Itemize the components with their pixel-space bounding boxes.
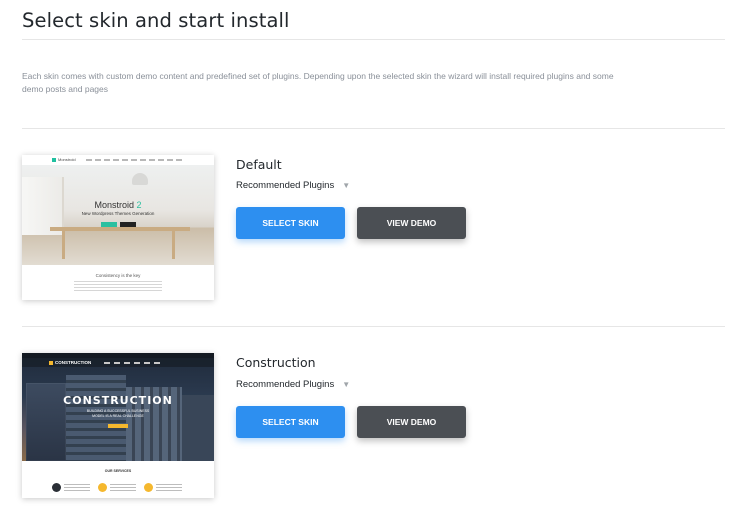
- thumb-section-title: Consistency is the key: [95, 273, 141, 278]
- thumb-button: [101, 222, 117, 227]
- thumb-button: [108, 424, 128, 428]
- caret-down-icon: ▼: [342, 181, 351, 190]
- caret-down-icon: ▼: [342, 380, 351, 389]
- skin-name-construction: Construction: [236, 355, 316, 370]
- thumb-lamp: [132, 173, 148, 185]
- skin-thumbnail-default[interactable]: Monstroid Monstroid 2 New Wordpress Them…: [22, 155, 214, 300]
- service-text: [64, 484, 90, 491]
- service-icon: [98, 483, 107, 492]
- select-skin-button[interactable]: SELECT SKIN: [236, 207, 345, 239]
- skin-name-default: Default: [236, 157, 282, 172]
- thumb-headline: Monstroid 2: [22, 200, 214, 210]
- view-demo-button[interactable]: VIEW DEMO: [357, 207, 466, 239]
- recommended-plugins-toggle[interactable]: Recommended Plugins ▼: [236, 180, 350, 191]
- page-description: Each skin comes with custom demo content…: [22, 71, 614, 94]
- service-text: [156, 484, 182, 491]
- thumb-button: [120, 222, 136, 227]
- title-divider: [22, 39, 725, 40]
- thumb-logo-text: CONSTRUCTION: [55, 360, 92, 365]
- thumb-logo: Monstroid: [52, 157, 76, 162]
- section-divider: [22, 326, 725, 327]
- service-icon: [52, 483, 61, 492]
- thumb-menu: [86, 158, 182, 161]
- recommended-plugins-label: Recommended Plugins: [236, 180, 335, 191]
- thumb-desk-leg: [62, 231, 65, 259]
- service-icon: [144, 483, 153, 492]
- thumb-subheadline: BUILDING A SUCCESSFUL BUSINESS MODEL IS …: [86, 409, 150, 418]
- recommended-plugins-toggle[interactable]: Recommended Plugins ▼: [236, 379, 350, 390]
- view-demo-button[interactable]: VIEW DEMO: [357, 406, 466, 438]
- recommended-plugins-label: Recommended Plugins: [236, 379, 335, 390]
- section-divider: [22, 128, 725, 129]
- select-skin-button[interactable]: SELECT SKIN: [236, 406, 345, 438]
- thumb-subheadline: New Wordpress Themes Generation: [81, 211, 155, 216]
- thumb-headline-accent: 2: [136, 200, 142, 210]
- thumb-logo-text: Monstroid: [58, 157, 76, 162]
- thumb-desk-leg: [172, 231, 175, 259]
- thumb-body-text: [74, 281, 162, 293]
- logo-mark-icon: [52, 157, 56, 162]
- thumb-services: [22, 461, 214, 498]
- thumb-section-title: OUR SERVICES: [104, 469, 132, 473]
- thumb-menu: [104, 362, 164, 364]
- logo-mark-icon: [49, 360, 53, 365]
- skin-thumbnail-construction[interactable]: CONSTRUCTION CONSTRUCTION BUILDING A SUC…: [22, 353, 214, 498]
- thumb-desk: [50, 227, 190, 231]
- page-title: Select skin and start install: [22, 9, 290, 32]
- thumb-logo: CONSTRUCTION: [49, 360, 91, 365]
- service-text: [110, 484, 136, 491]
- thumb-headline: CONSTRUCTION: [63, 394, 173, 407]
- thumb-headline-text: Monstroid: [94, 200, 134, 210]
